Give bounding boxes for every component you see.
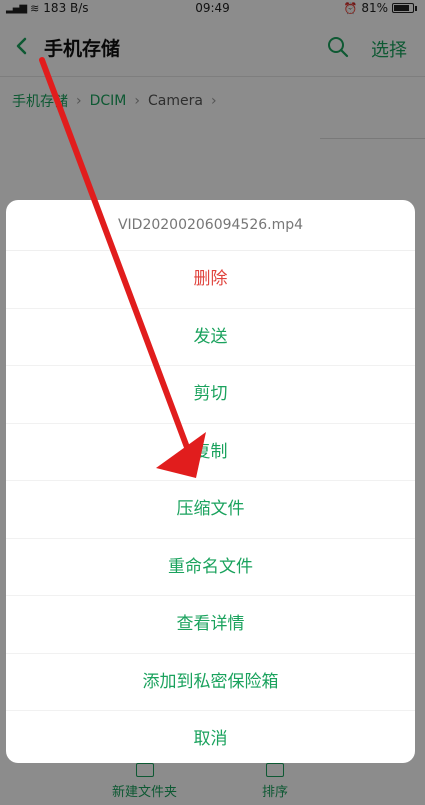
add-to-private-safe-button[interactable]: 添加到私密保险箱 xyxy=(6,654,415,711)
sheet-filename: VID20200206094526.mp4 xyxy=(6,200,415,251)
action-sheet: VID20200206094526.mp4 删除 发送 剪切 复制 压缩文件 重… xyxy=(6,200,415,763)
copy-button[interactable]: 复制 xyxy=(6,424,415,481)
delete-button[interactable]: 删除 xyxy=(6,251,415,309)
cancel-button[interactable]: 取消 xyxy=(6,711,415,763)
rename-file-button[interactable]: 重命名文件 xyxy=(6,539,415,596)
compress-file-button[interactable]: 压缩文件 xyxy=(6,481,415,539)
send-button[interactable]: 发送 xyxy=(6,309,415,366)
cut-button[interactable]: 剪切 xyxy=(6,366,415,424)
view-details-button[interactable]: 查看详情 xyxy=(6,596,415,654)
